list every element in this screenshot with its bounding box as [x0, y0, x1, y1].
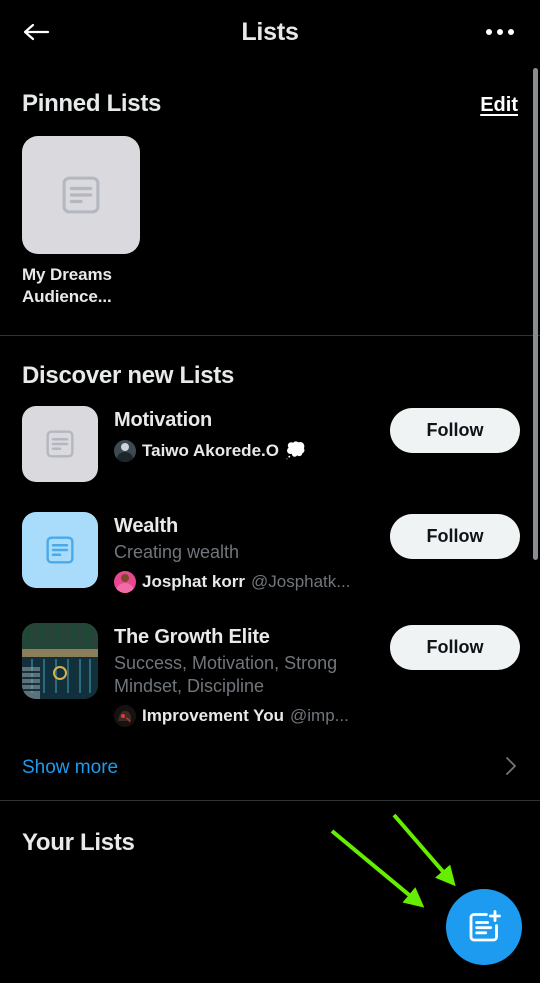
list-name: Wealth	[114, 514, 178, 537]
avatar	[114, 439, 136, 462]
follow-button[interactable]: Follow	[390, 407, 520, 453]
list-author[interactable]: Taiwo Akorede.O 💭	[114, 439, 374, 462]
discover-lists-title: Discover new Lists	[22, 361, 235, 389]
list-info: The Growth Elite Success, Motivation, St…	[114, 623, 374, 727]
pinned-list-thumbnail	[22, 136, 140, 254]
avatar-image	[114, 704, 136, 727]
avatar	[114, 704, 136, 727]
create-list-icon	[469, 910, 501, 942]
list-item[interactable]: The Growth Elite Success, Motivation, St…	[0, 607, 540, 741]
pinned-lists-header: Pinned Lists Edit	[0, 64, 540, 118]
pinned-list-item[interactable]: My Dreams Audience...	[22, 136, 140, 309]
more-dot-2	[497, 29, 503, 35]
list-thumbnail	[22, 511, 98, 588]
avatar	[114, 570, 136, 593]
more-dot-1	[486, 29, 492, 35]
list-author[interactable]: Josphat korr @Josphatk...	[114, 570, 374, 593]
vertical-scrollbar[interactable]	[533, 68, 538, 560]
list-placeholder-icon	[46, 536, 74, 564]
create-list-fab[interactable]	[446, 889, 522, 965]
author-handle: @imp...	[290, 705, 349, 725]
show-more-label[interactable]: Show more	[22, 757, 118, 779]
chevron-right-icon	[504, 755, 518, 782]
show-more-row[interactable]: Show more	[0, 741, 540, 800]
page-title: Lists	[241, 17, 299, 46]
list-info: Motivation Taiwo Akorede.O 💭	[114, 406, 374, 462]
list-info: Wealth Creating wealth Josphat korr @Jos…	[114, 512, 374, 593]
list-name: Motivation	[114, 408, 212, 431]
pinned-list-name: My Dreams Audience...	[22, 265, 112, 307]
author-name: Taiwo Akorede.O	[142, 440, 279, 460]
edit-pinned-link[interactable]: Edit	[480, 94, 518, 117]
discover-lists-header: Discover new Lists	[0, 336, 540, 390]
author-emoji: 💭	[284, 441, 307, 461]
arrow-left-icon	[23, 23, 50, 41]
follow-button[interactable]: Follow	[390, 513, 520, 559]
app-header: Lists	[0, 0, 540, 64]
back-button[interactable]	[16, 12, 56, 52]
list-placeholder-icon	[46, 430, 74, 458]
more-dot-3	[508, 29, 514, 35]
author-handle: @Josphatk...	[250, 571, 351, 591]
list-photo-image	[22, 622, 98, 699]
list-name: The Growth Elite	[114, 625, 270, 648]
your-lists-title: Your Lists	[22, 828, 135, 856]
follow-button[interactable]: Follow	[390, 624, 520, 670]
more-options-button[interactable]	[480, 12, 520, 52]
pinned-lists-title: Pinned Lists	[22, 90, 162, 117]
list-author[interactable]: Improvement You @imp...	[114, 704, 374, 727]
list-thumbnail	[22, 405, 98, 482]
author-name: Improvement You	[142, 705, 285, 725]
list-description: Success, Motivation, Strong Mindset, Dis…	[114, 652, 338, 696]
avatar-image	[114, 439, 136, 462]
list-thumbnail	[22, 622, 98, 699]
list-description: Creating wealth	[114, 541, 240, 562]
pinned-lists-row: My Dreams Audience...	[0, 118, 540, 335]
your-lists-header: Your Lists	[0, 801, 540, 857]
author-name: Josphat korr	[142, 571, 245, 591]
avatar-image	[114, 570, 136, 593]
list-placeholder-icon	[62, 176, 100, 214]
list-item[interactable]: Wealth Creating wealth Josphat korr @Jos…	[0, 496, 540, 607]
list-item[interactable]: Motivation Taiwo Akorede.O 💭 Follow	[0, 390, 540, 496]
